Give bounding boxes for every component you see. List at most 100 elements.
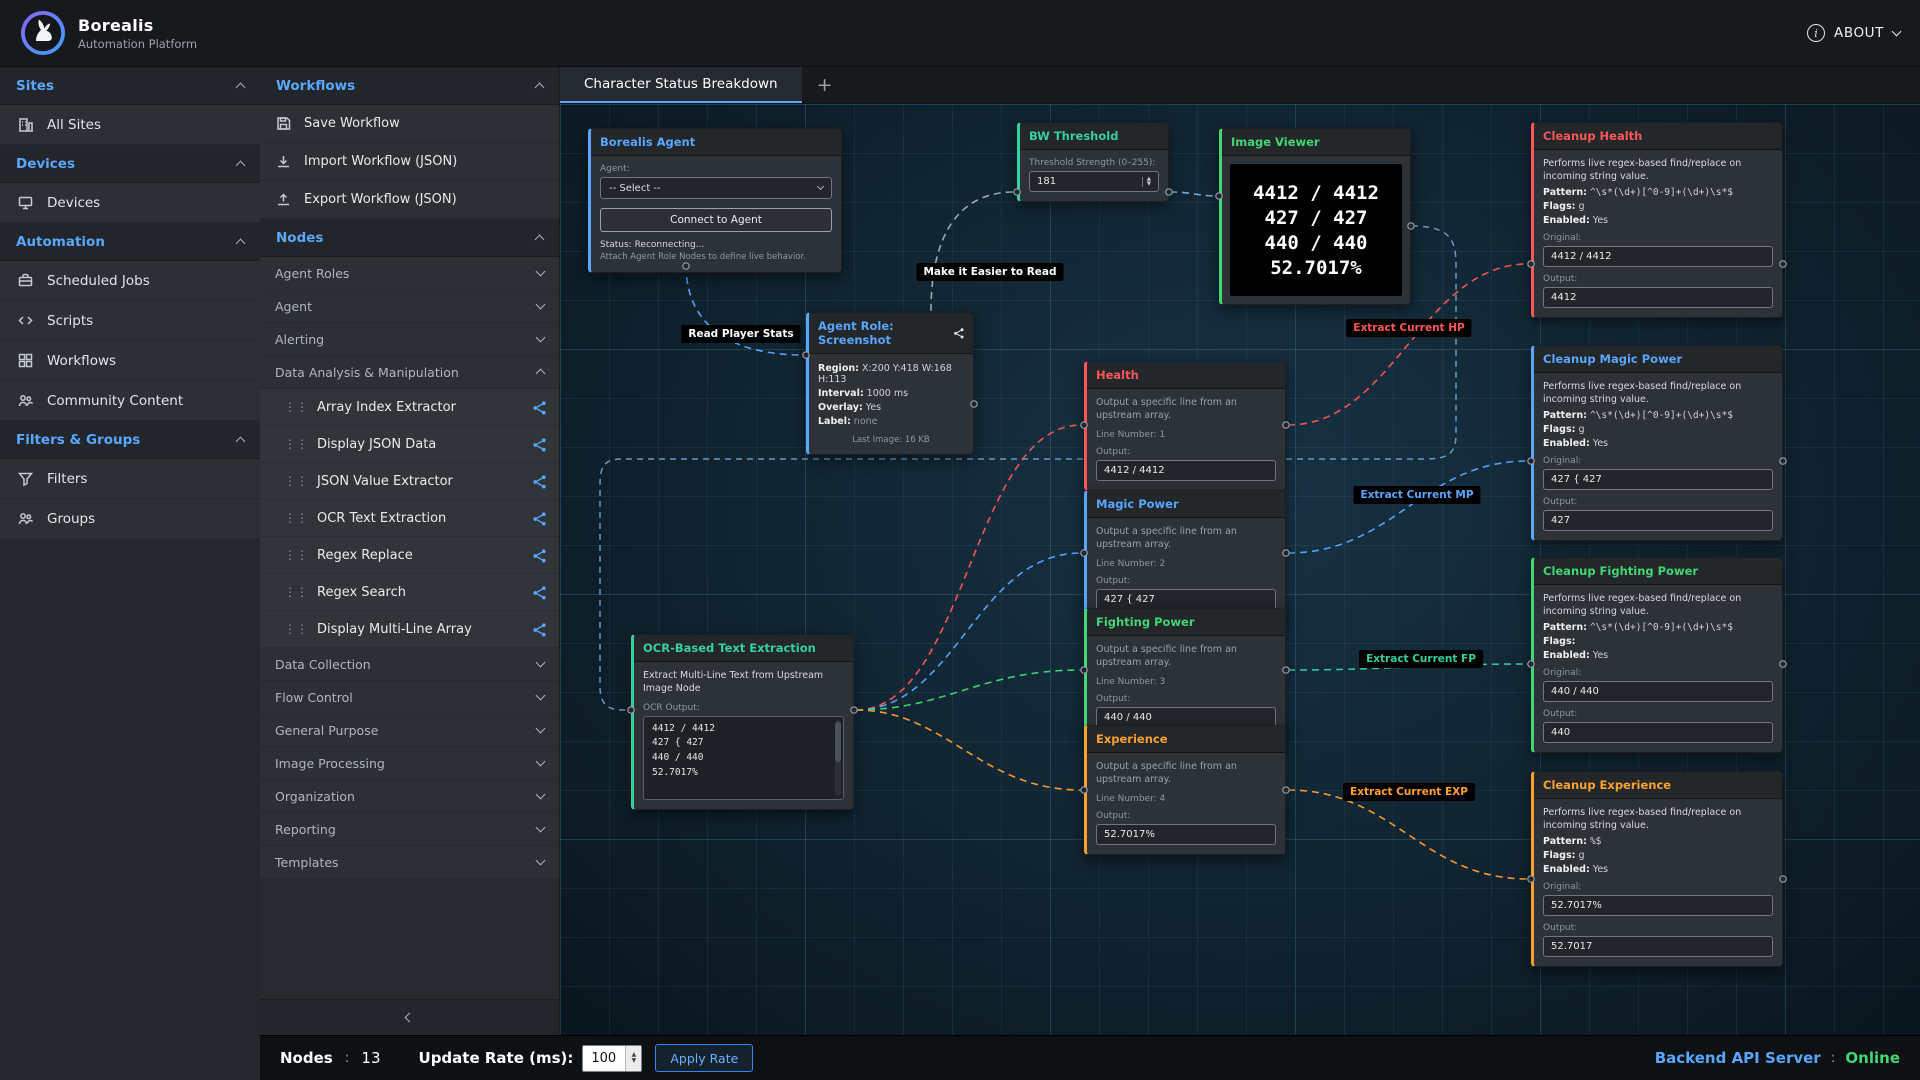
drag-handle-icon: [284, 400, 308, 414]
enabled-row: Enabled: Yes: [1543, 215, 1773, 226]
building-icon: [17, 116, 34, 133]
sidebar-item-scheduled-jobs[interactable]: Scheduled Jobs: [0, 261, 260, 301]
category-organization[interactable]: Organization: [260, 780, 559, 813]
panel-section-nodes[interactable]: Nodes: [260, 219, 559, 257]
agent-select[interactable]: -- Select --: [600, 177, 832, 199]
viewer-line: 440 / 440: [1230, 232, 1402, 254]
enabled-value: Yes: [1593, 650, 1608, 661]
threshold-input[interactable]: 181: [1029, 171, 1159, 192]
sidebar-section-filters-groups[interactable]: Filters & Groups: [0, 421, 260, 459]
import-workflow-button[interactable]: Import Workflow (JSON): [260, 143, 559, 181]
spinner-icon[interactable]: [625, 1046, 641, 1071]
node-bw-threshold[interactable]: BW Threshold Threshold Strength (0–255):…: [1017, 122, 1169, 202]
sidebar-item-scripts[interactable]: Scripts: [0, 301, 260, 341]
output-field[interactable]: 4412: [1543, 287, 1773, 308]
output-field[interactable]: 440: [1543, 722, 1773, 743]
node-title: OCR-Based Text Extraction: [634, 635, 853, 662]
palette-item-regex-replace[interactable]: Regex Replace: [260, 537, 559, 574]
output-label: Output:: [1543, 274, 1773, 284]
add-tab-button[interactable]: +: [802, 67, 848, 103]
sidebar-item-workflows[interactable]: Workflows: [0, 341, 260, 381]
grid-icon: [17, 352, 34, 369]
chevron-down-icon: [536, 823, 546, 833]
sidebar-item-groups[interactable]: Groups: [0, 499, 260, 539]
category-data-collection[interactable]: Data Collection: [260, 648, 559, 681]
ocr-line: 52.7017%: [652, 766, 829, 781]
import-icon: [275, 153, 292, 170]
category-data-analysis[interactable]: Data Analysis & Manipulation: [260, 356, 559, 389]
threshold-label: Threshold Strength (0–255):: [1029, 158, 1159, 168]
spinner-icon[interactable]: [1142, 177, 1151, 187]
sidebar-item-all-sites[interactable]: All Sites: [0, 105, 260, 145]
sidebar-item-filters[interactable]: Filters: [0, 459, 260, 499]
palette-item-label: Array Index Extractor: [317, 400, 456, 415]
node-cleanup-fighting-power[interactable]: Cleanup Fighting Power Performs live reg…: [1531, 557, 1783, 753]
palette-item-display-json-data[interactable]: Display JSON Data: [260, 426, 559, 463]
category-reporting[interactable]: Reporting: [260, 813, 559, 846]
palette-item-ocr-text-extraction[interactable]: OCR Text Extraction: [260, 500, 559, 537]
pattern-row: Pattern: %$: [1543, 836, 1773, 847]
node-fighting-power[interactable]: Fighting Power Output a specific line fr…: [1084, 608, 1286, 738]
palette-item-display-multi-line-array[interactable]: Display Multi-Line Array: [260, 611, 559, 648]
workflow-canvas[interactable]: Borealis Agent Agent: -- Select -- Conne…: [560, 104, 1920, 1035]
node-cleanup-health[interactable]: Cleanup Health Performs live regex-based…: [1531, 122, 1783, 318]
output-value: 427: [1551, 515, 1570, 526]
node-ocr-text-extraction[interactable]: OCR-Based Text Extraction Extract Multi-…: [631, 634, 854, 810]
original-field[interactable]: 440 / 440: [1543, 681, 1773, 702]
apply-rate-button[interactable]: Apply Rate: [655, 1044, 753, 1072]
palette-item-regex-search[interactable]: Regex Search: [260, 574, 559, 611]
flags-label: Flags:: [1543, 424, 1575, 435]
collapse-panel-button[interactable]: [260, 999, 559, 1035]
output-value: 440 / 440: [1104, 712, 1152, 723]
node-health[interactable]: Health Output a specific line from an up…: [1084, 361, 1286, 491]
sidebar-section-devices[interactable]: Devices: [0, 145, 260, 183]
output-field[interactable]: 427: [1543, 510, 1773, 531]
category-image-processing[interactable]: Image Processing: [260, 747, 559, 780]
node-agent-role-screenshot[interactable]: Agent Role: Screenshot Region: X:200 Y:4…: [806, 312, 974, 455]
about-menu[interactable]: ABOUT: [1807, 24, 1900, 42]
connect-to-agent-button[interactable]: Connect to Agent: [600, 208, 832, 232]
edge-label-extract-current-hp: Extract Current HP: [1346, 319, 1471, 337]
node-borealis-agent[interactable]: Borealis Agent Agent: -- Select -- Conne…: [588, 128, 842, 273]
agent-hint: Attach Agent Role Nodes to define live b…: [600, 252, 832, 263]
node-experience[interactable]: Experience Output a specific line from a…: [1084, 725, 1286, 855]
category-flow-control[interactable]: Flow Control: [260, 681, 559, 714]
rabbit-logo-icon: [20, 10, 66, 56]
share-icon[interactable]: [953, 326, 965, 340]
category-alerting[interactable]: Alerting: [260, 323, 559, 356]
original-field[interactable]: 427 { 427: [1543, 469, 1773, 490]
update-rate-input[interactable]: 100: [582, 1045, 642, 1072]
node-magic-power[interactable]: Magic Power Output a specific line from …: [1084, 490, 1286, 620]
export-workflow-button[interactable]: Export Workflow (JSON): [260, 181, 559, 219]
palette-item-json-value-extractor[interactable]: JSON Value Extractor: [260, 463, 559, 500]
node-cleanup-experience[interactable]: Cleanup Experience Performs live regex-b…: [1531, 771, 1783, 967]
category-agent-roles[interactable]: Agent Roles: [260, 257, 559, 290]
output-field[interactable]: 427 { 427: [1096, 589, 1276, 610]
category-label: Templates: [275, 855, 339, 870]
sidebar-section-automation[interactable]: Automation: [0, 223, 260, 261]
scrollbar[interactable]: [835, 720, 841, 796]
edge-label-extract-current-mp: Extract Current MP: [1353, 486, 1480, 504]
output-field[interactable]: 52.7017: [1543, 936, 1773, 957]
original-field[interactable]: 4412 / 4412: [1543, 246, 1773, 267]
sidebar-section-sites[interactable]: Sites: [0, 67, 260, 105]
category-general-purpose[interactable]: General Purpose: [260, 714, 559, 747]
category-templates[interactable]: Templates: [260, 846, 559, 879]
panel-section-workflows[interactable]: Workflows: [260, 67, 559, 105]
viewer-line: 52.7017%: [1230, 257, 1402, 279]
pattern-label: Pattern:: [1543, 187, 1587, 198]
sidebar-item-community-content[interactable]: Community Content: [0, 381, 260, 421]
tab-character-status-breakdown[interactable]: Character Status Breakdown: [560, 67, 802, 103]
category-agent[interactable]: Agent: [260, 290, 559, 323]
output-field[interactable]: 52.7017%: [1096, 824, 1276, 845]
ocr-output-textarea[interactable]: 4412 / 4412 427 { 427 440 / 440 52.7017%: [643, 716, 844, 800]
palette-item-array-index-extractor[interactable]: Array Index Extractor: [260, 389, 559, 426]
about-label: ABOUT: [1834, 25, 1884, 41]
original-field[interactable]: 52.7017%: [1543, 895, 1773, 916]
sidebar-item-devices[interactable]: Devices: [0, 183, 260, 223]
save-workflow-button[interactable]: Save Workflow: [260, 105, 559, 143]
node-image-viewer[interactable]: Image Viewer 4412 / 4412 427 / 427 440 /…: [1219, 128, 1411, 305]
output-field[interactable]: 4412 / 4412: [1096, 460, 1276, 481]
node-cleanup-magic-power[interactable]: Cleanup Magic Power Performs live regex-…: [1531, 345, 1783, 541]
category-label: Image Processing: [275, 756, 385, 771]
